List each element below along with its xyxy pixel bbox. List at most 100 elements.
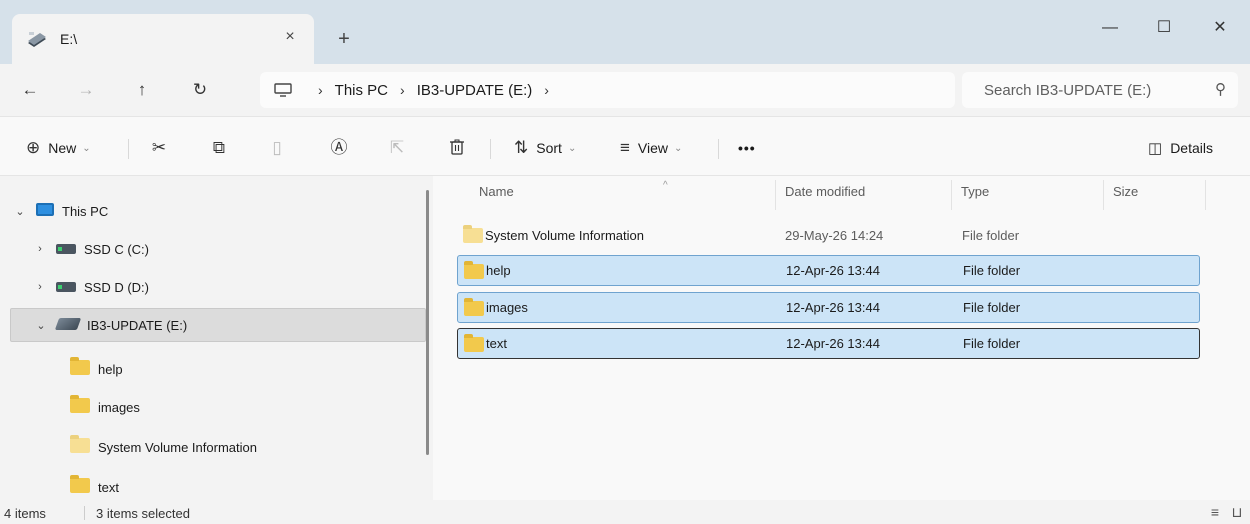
column-header-date-modified[interactable]: Date modified [785,184,865,199]
address-row: ← → ↑ ↻ › This PC › IB3-UPDATE (E:) › Se… [0,64,1250,116]
divider [718,139,719,159]
address-bar[interactable]: › This PC › IB3-UPDATE (E:) › [260,72,955,108]
file-name: help [486,263,511,278]
file-type: File folder [962,228,1020,243]
close-button[interactable]: ✕ [1200,14,1240,42]
tree-item-images[interactable]: images [64,390,404,424]
forward-button[interactable]: → [72,76,100,104]
item-count: 4 items [4,506,46,521]
folder-icon [70,475,90,493]
search-box[interactable]: Search IB3-UPDATE (E:) ⚲ [962,72,1238,108]
file-row-text[interactable]: text 12-Apr-26 13:44 File folder [457,328,1200,359]
title-bar: E:\ × + — ☐ ✕ [0,0,1250,64]
details-pane-button[interactable]: ◫ Details [1148,135,1213,161]
share-icon[interactable]: ⇱ [384,135,410,161]
folder-icon [70,435,90,453]
file-type: File folder [963,300,1021,315]
chevron-right-icon[interactable]: › [30,243,50,255]
maximize-button[interactable]: ☐ [1144,14,1184,42]
chevron-down-icon[interactable]: ⌄ [10,205,30,218]
tiles-view-icon[interactable]: ⊔ [1228,504,1246,520]
breadcrumb-separator: › [318,82,323,98]
up-button[interactable]: ↑ [128,76,156,104]
breadcrumb-separator: › [400,82,405,98]
more-options-button[interactable]: ••• [738,135,756,161]
column-divider[interactable] [951,180,952,210]
divider [128,139,129,159]
sort-ascending-icon: ^ [663,180,668,191]
column-divider[interactable] [775,180,776,210]
breadcrumb-drive[interactable]: IB3-UPDATE (E:) [417,82,533,99]
search-icon[interactable]: ⚲ [1215,80,1226,98]
tree-item-label: text [98,479,119,495]
tree-item-label: System Volume Information [98,439,257,455]
tree-item-label: SSD C (C:) [84,241,149,257]
tree-item-help[interactable]: help [64,352,404,386]
divider [84,506,85,520]
file-type: File folder [963,336,1021,351]
folder-icon [70,395,90,413]
delete-icon[interactable] [444,135,470,161]
details-view-icon[interactable]: ≡ [1206,504,1224,520]
copy-icon[interactable]: ⧉ [206,135,232,161]
file-date: 12-Apr-26 13:44 [786,336,880,351]
chevron-down-icon: ⌄ [82,142,91,154]
tab-close-icon[interactable]: × [280,28,300,46]
tree-item-ib3-update[interactable]: ⌄ IB3-UPDATE (E:) [10,308,426,342]
column-header-name[interactable]: Name ^ [479,180,668,199]
chevron-down-icon: ⌄ [674,142,683,154]
file-list: Name ^ Date modified Type Size System Vo… [433,176,1250,500]
selection-count: 3 items selected [96,506,190,521]
new-label: New [48,140,77,156]
tree-item-text[interactable]: text [64,470,404,504]
chevron-right-icon[interactable]: › [30,281,50,293]
column-divider[interactable] [1205,180,1206,210]
status-bar: 4 items 3 items selected ≡ ⊔ [0,500,1250,524]
file-row-help[interactable]: help 12-Apr-26 13:44 File folder [457,255,1200,286]
file-date: 29-May-26 14:24 [785,228,884,243]
tree-item-ssd-c[interactable]: › SSD C (C:) [30,232,410,266]
command-bar: ⊕ New ⌄ ✂ ⧉ ▯ Ⓐ ⇱ ⇅ Sort ⌄ ≡ View ⌄ ••• … [0,116,1250,176]
tree-item-system-volume-information[interactable]: System Volume Information [64,430,404,464]
breadcrumb-this-pc[interactable]: This PC [335,82,388,99]
cut-icon[interactable]: ✂ [146,135,172,161]
sort-button[interactable]: ⇅ Sort ⌄ [514,135,576,161]
new-tab-button[interactable]: + [334,28,354,51]
refresh-button[interactable]: ↻ [186,76,214,104]
drive-icon [56,243,76,254]
view-button[interactable]: ≡ View ⌄ [620,135,682,161]
tree-item-label: images [98,399,140,415]
tab-active[interactable]: E:\ × [12,14,314,64]
monitor-icon [274,83,292,97]
column-header-size[interactable]: Size [1113,184,1138,199]
column-divider[interactable] [1103,180,1104,210]
column-header-type[interactable]: Type [961,184,989,199]
tree-item-this-pc[interactable]: ⌄ This PC [10,194,410,228]
chevron-down-icon[interactable]: ⌄ [31,319,51,332]
minimize-button[interactable]: — [1090,14,1130,42]
folder-icon [463,225,483,243]
pane-splitter[interactable] [426,190,429,455]
breadcrumb-separator[interactable]: › [544,82,549,98]
file-row-images[interactable]: images 12-Apr-26 13:44 File folder [457,292,1200,323]
tab-title: E:\ [60,31,78,47]
drive-icon [56,281,76,292]
paste-icon[interactable]: ▯ [264,135,290,161]
new-button[interactable]: ⊕ New ⌄ [26,135,91,161]
tree-item-label: IB3-UPDATE (E:) [87,317,188,333]
file-row-system-volume-information[interactable]: System Volume Information 29-May-26 14:2… [457,220,1200,251]
tree-item-ssd-d[interactable]: › SSD D (D:) [30,270,410,304]
tree-item-label: help [98,361,123,377]
rename-icon[interactable]: Ⓐ [326,135,352,161]
details-label: Details [1170,140,1213,156]
navigation-pane: ⌄ This PC › SSD C (C:) › SSD D (D:) ⌄ IB… [0,176,432,500]
file-name: System Volume Information [485,228,644,243]
tree-item-label: SSD D (D:) [84,279,149,295]
file-name: images [486,300,528,315]
file-date: 12-Apr-26 13:44 [786,300,880,315]
folder-icon [464,298,484,316]
back-button[interactable]: ← [16,76,44,104]
view-label: View [637,140,669,156]
divider [490,139,491,159]
search-placeholder: Search IB3-UPDATE (E:) [984,81,1152,99]
